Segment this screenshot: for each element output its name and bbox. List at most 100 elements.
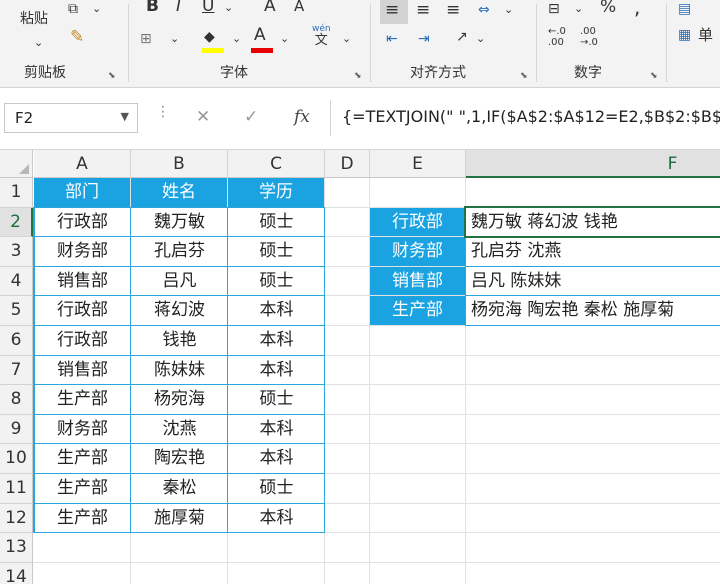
- orientation-dropdown-icon[interactable]: ⌄: [476, 30, 485, 48]
- column-header-d[interactable]: D: [325, 150, 370, 178]
- font-launcher-icon[interactable]: ⬊: [354, 71, 362, 81]
- formula-input[interactable]: {=TEXTJOIN(" ",1,IF($A$2:$A$12=E2,$B$2:$…: [342, 107, 720, 126]
- table-header-cell[interactable]: 姓名: [131, 178, 227, 207]
- table-cell[interactable]: 陈妹妹: [131, 356, 228, 386]
- comma-style-icon[interactable]: ,: [634, 0, 640, 17]
- table-header-cell[interactable]: 学历: [228, 178, 324, 207]
- row-header-14[interactable]: 14: [0, 562, 33, 584]
- column-header-e[interactable]: E: [370, 150, 466, 178]
- row-header-6[interactable]: 6: [0, 326, 33, 356]
- increase-font-button[interactable]: A: [264, 0, 276, 15]
- fill-color-icon[interactable]: ◆: [204, 28, 215, 46]
- align-left-icon[interactable]: ≡: [385, 1, 399, 19]
- table-cell[interactable]: 硕士: [228, 208, 325, 238]
- font-color-icon[interactable]: A: [254, 26, 266, 44]
- copy-dropdown-icon[interactable]: ⌄: [92, 0, 101, 18]
- table-cell[interactable]: 秦松: [131, 474, 228, 504]
- table-cell[interactable]: 蒋幻波: [131, 296, 228, 326]
- summary-dept-cell[interactable]: 财务部: [370, 237, 465, 266]
- italic-button[interactable]: I: [176, 0, 181, 15]
- underline-button[interactable]: U: [202, 0, 214, 15]
- formula-bar-more-icon[interactable]: ⋮: [156, 104, 170, 120]
- row-header-1[interactable]: 1: [0, 178, 33, 208]
- table-cell[interactable]: 生产部: [34, 474, 131, 504]
- increase-indent-icon[interactable]: ⇥: [418, 30, 430, 48]
- table-cell[interactable]: 钱艳: [131, 326, 228, 356]
- row-header-10[interactable]: 10: [0, 444, 33, 474]
- table-cell[interactable]: 行政部: [34, 296, 131, 326]
- table-cell[interactable]: 本科: [228, 296, 325, 326]
- enter-formula-icon[interactable]: ✓: [244, 107, 258, 127]
- accounting-format-icon[interactable]: ⊟: [548, 0, 560, 18]
- summary-names-cell[interactable]: 孔启芬 沈燕: [466, 237, 720, 267]
- cell-styles-partial-label[interactable]: 单: [698, 26, 713, 44]
- column-header-a[interactable]: A: [34, 150, 131, 178]
- select-all-corner[interactable]: [0, 150, 33, 178]
- table-cell[interactable]: 魏万敏: [131, 208, 228, 238]
- alignment-launcher-icon[interactable]: ⬊: [520, 71, 528, 81]
- column-header-b[interactable]: B: [131, 150, 228, 178]
- orientation-icon[interactable]: ↗: [456, 28, 468, 46]
- table-cell[interactable]: 生产部: [34, 444, 131, 474]
- table-cell[interactable]: 销售部: [34, 267, 131, 297]
- font-color-dropdown-icon[interactable]: ⌄: [280, 30, 289, 48]
- table-cell[interactable]: 本科: [228, 356, 325, 386]
- table-cell[interactable]: 施厚菊: [131, 504, 228, 534]
- table-cell[interactable]: 财务部: [34, 237, 131, 267]
- table-cell[interactable]: 行政部: [34, 208, 131, 238]
- table-cell[interactable]: 硕士: [228, 237, 325, 267]
- summary-names-cell[interactable]: 魏万敏 蒋幻波 钱艳: [466, 208, 720, 238]
- row-header-11[interactable]: 11: [0, 474, 33, 504]
- borders-icon[interactable]: ⊞: [140, 30, 152, 48]
- table-cell[interactable]: 孔启芬: [131, 237, 228, 267]
- clipboard-launcher-icon[interactable]: ⬊: [108, 71, 116, 81]
- row-header-7[interactable]: 7: [0, 355, 33, 386]
- table-cell[interactable]: 陶宏艳: [131, 444, 228, 474]
- number-launcher-icon[interactable]: ⬊: [650, 71, 658, 81]
- paste-dropdown-icon[interactable]: ⌄: [34, 34, 43, 52]
- row-header-12[interactable]: 12: [0, 503, 33, 534]
- paste-button[interactable]: 粘贴: [20, 10, 48, 28]
- cancel-formula-icon[interactable]: ✕: [196, 107, 210, 127]
- table-cell[interactable]: 本科: [228, 415, 325, 445]
- copy-icon[interactable]: ⧉: [68, 0, 78, 18]
- phonetic-dropdown-icon[interactable]: ⌄: [342, 30, 351, 48]
- row-header-9[interactable]: 9: [0, 414, 33, 445]
- decrease-indent-icon[interactable]: ⇤: [386, 30, 398, 48]
- format-painter-icon[interactable]: ✎: [70, 28, 84, 46]
- format-as-table-icon[interactable]: ▦: [678, 26, 691, 44]
- table-cell[interactable]: 硕士: [228, 385, 325, 415]
- insert-function-icon[interactable]: fx: [294, 107, 310, 127]
- underline-dropdown-icon[interactable]: ⌄: [224, 0, 233, 17]
- percent-style-button[interactable]: %: [600, 0, 616, 16]
- table-header-cell[interactable]: 部门: [34, 178, 130, 207]
- align-right-icon[interactable]: ≡: [446, 1, 460, 19]
- row-header-13[interactable]: 13: [0, 533, 33, 563]
- summary-names-cell[interactable]: 吕凡 陈妹妹: [466, 267, 720, 297]
- table-cell[interactable]: 杨宛海: [131, 385, 228, 415]
- table-cell[interactable]: 硕士: [228, 474, 325, 504]
- align-center-icon[interactable]: ≡: [416, 1, 430, 19]
- summary-dept-cell[interactable]: 行政部: [370, 207, 465, 237]
- table-cell[interactable]: 财务部: [34, 415, 131, 445]
- summary-names-cell[interactable]: 杨宛海 陶宏艳 秦松 施厚菊: [466, 296, 720, 326]
- table-cell[interactable]: 本科: [228, 444, 325, 474]
- column-header-f[interactable]: F: [466, 150, 720, 178]
- accounting-dropdown-icon[interactable]: ⌄: [574, 0, 583, 18]
- fill-color-dropdown-icon[interactable]: ⌄: [232, 30, 241, 48]
- merge-center-icon[interactable]: ⇔: [478, 1, 490, 19]
- bold-button[interactable]: B: [146, 0, 159, 15]
- table-cell[interactable]: 销售部: [34, 356, 131, 386]
- name-box[interactable]: F2 ▼: [4, 103, 138, 133]
- name-box-dropdown-icon[interactable]: ▼: [121, 110, 129, 123]
- conditional-format-icon[interactable]: ▤: [678, 0, 691, 18]
- phonetic-icon[interactable]: wén 文: [312, 24, 331, 48]
- increase-decimal-icon[interactable]: ←.0.00: [548, 26, 566, 48]
- table-cell[interactable]: 生产部: [34, 504, 131, 534]
- table-cell[interactable]: 吕凡: [131, 267, 228, 297]
- row-header-2[interactable]: 2: [0, 207, 33, 238]
- table-cell[interactable]: 硕士: [228, 267, 325, 297]
- table-cell[interactable]: 本科: [228, 504, 325, 534]
- table-cell[interactable]: 行政部: [34, 326, 131, 356]
- decrease-font-button[interactable]: A: [294, 0, 304, 15]
